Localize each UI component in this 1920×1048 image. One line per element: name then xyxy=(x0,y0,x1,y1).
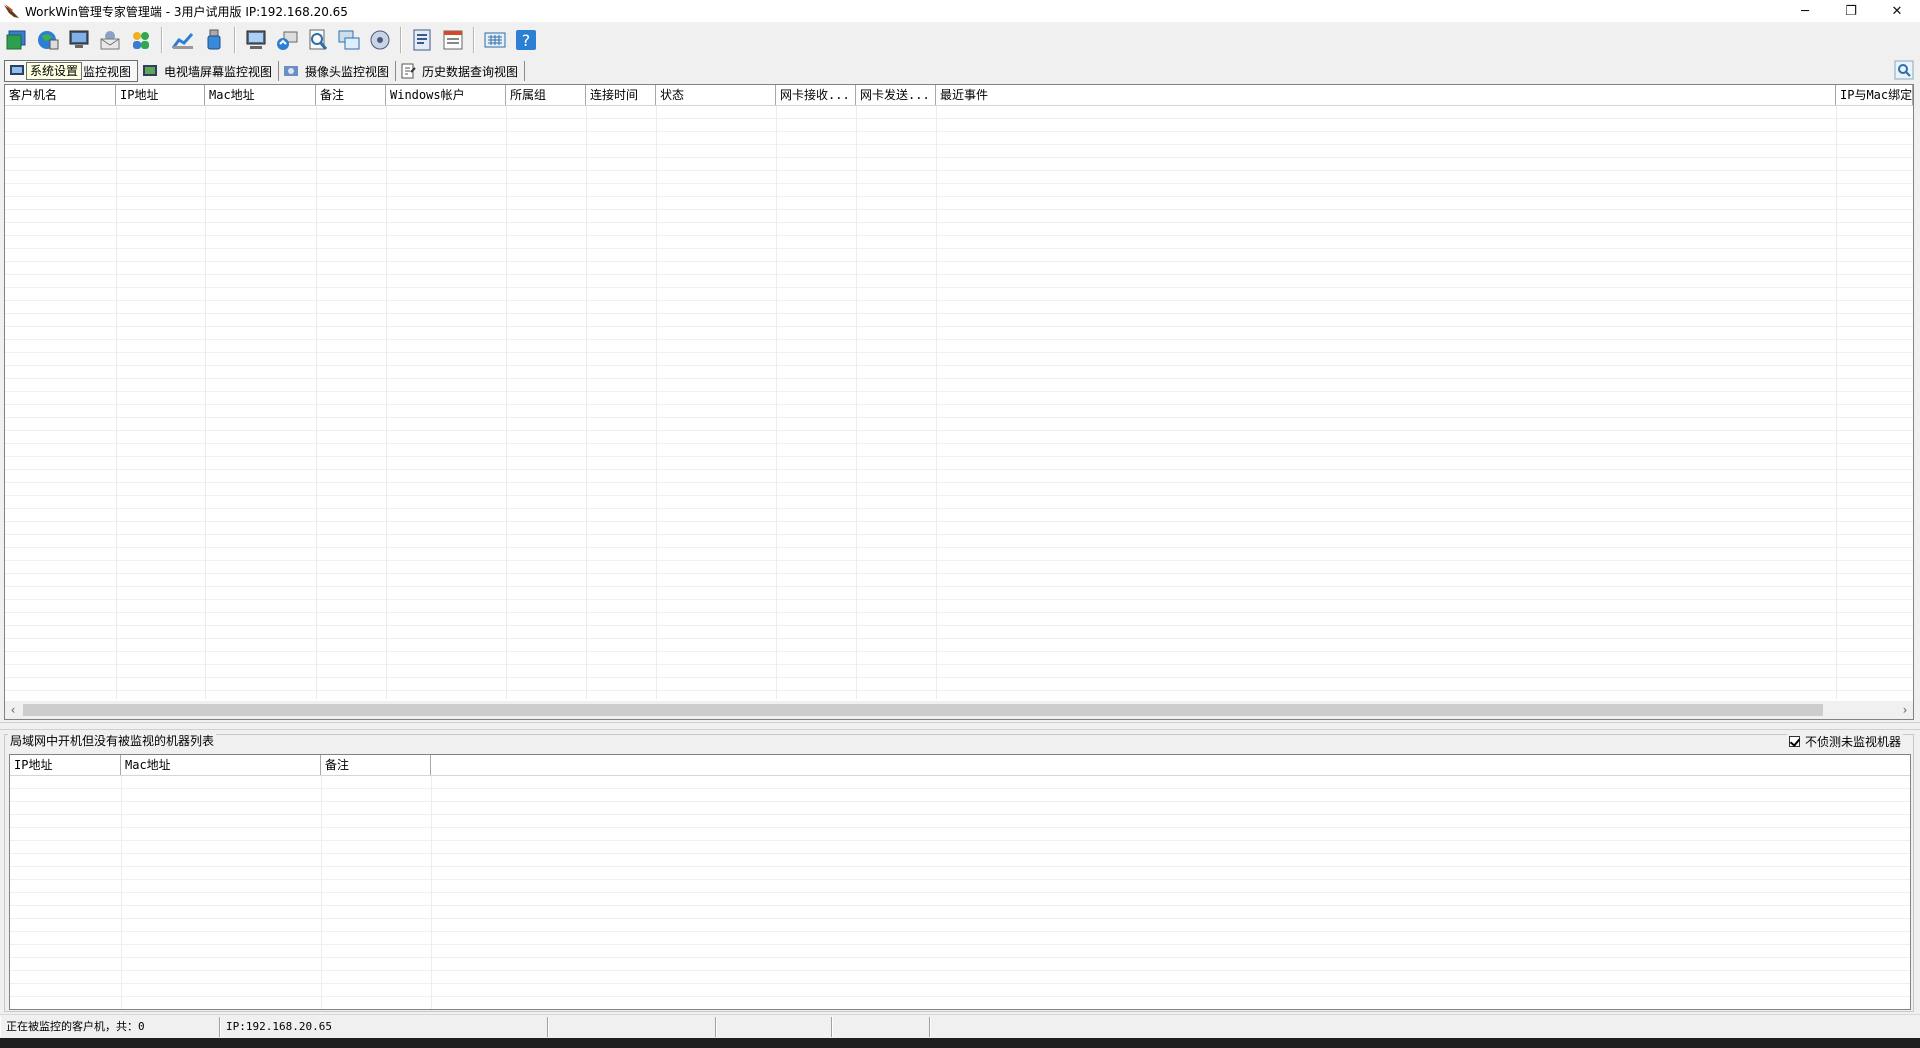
grid-header: 客户机名 IP地址 Mac地址 备注 Windows帐户 所属组 连接时间 状态… xyxy=(5,85,1913,106)
close-button[interactable]: ✕ xyxy=(1874,0,1920,22)
unmonitored-machines-grid[interactable]: IP地址 Mac地址 备注 xyxy=(9,754,1911,1010)
scrollbar-thumb[interactable] xyxy=(23,704,1823,716)
column-header-nic-send[interactable]: 网卡发送... xyxy=(856,85,936,105)
tooltip-system-settings: 系统设置 xyxy=(26,62,83,80)
report-icon[interactable] xyxy=(408,25,436,55)
panel-splitter[interactable] xyxy=(0,722,1920,730)
grid-column-line xyxy=(205,106,206,699)
chart-icon[interactable] xyxy=(169,25,197,55)
os-taskbar xyxy=(0,1038,1920,1048)
status-bar: 正在被监控的客户机，共：0 IP:192.168.20.65 xyxy=(0,1014,1920,1039)
grid-column-line xyxy=(431,776,432,1009)
help-icon[interactable]: ? xyxy=(512,25,540,55)
grid-column-line xyxy=(506,106,507,699)
column-header-ip[interactable]: IP地址 xyxy=(116,85,205,105)
column-header-status[interactable]: 状态 xyxy=(656,85,776,105)
svg-text:?: ? xyxy=(522,31,531,50)
scroll-right-icon[interactable]: › xyxy=(1897,701,1913,719)
users-icon[interactable] xyxy=(127,25,155,55)
remote-screen-icon[interactable] xyxy=(65,25,93,55)
network-globe-icon[interactable] xyxy=(34,25,62,55)
no-detect-unmonitored-checkbox[interactable]: 不侦测未监视机器 xyxy=(1786,733,1903,750)
grid-body xyxy=(10,776,1910,1009)
grid-body xyxy=(5,106,1913,699)
toolbar: ? xyxy=(0,22,1920,58)
grid-column-line xyxy=(586,106,587,699)
column-header-windows-account[interactable]: Windows帐户 xyxy=(386,85,506,105)
grid-column-line xyxy=(321,776,322,1009)
column-header-remark[interactable]: 备注 xyxy=(316,85,386,105)
restore-button[interactable]: ❐ xyxy=(1828,0,1874,22)
status-pane xyxy=(832,1017,930,1037)
grid-column-line xyxy=(116,106,117,699)
column-header-ip[interactable]: IP地址 xyxy=(10,755,121,775)
toolbar-separator xyxy=(400,27,401,53)
tab-label: 历史数据查询视图 xyxy=(422,64,519,79)
grid-column-line xyxy=(1836,106,1837,699)
column-header-ip-mac-binding[interactable]: IP与Mac绑定 xyxy=(1836,85,1913,105)
status-pane xyxy=(716,1017,832,1037)
monitor-icon[interactable] xyxy=(242,25,270,55)
status-pane xyxy=(930,1017,1910,1037)
toolbar-separator xyxy=(161,27,162,53)
tv-wall-icon xyxy=(142,63,158,79)
grid-column-line xyxy=(316,106,317,699)
app-logo-icon xyxy=(3,2,21,20)
tab-history-view[interactable]: 历史数据查询视图 xyxy=(396,61,526,81)
tab-label: 电视墙屏幕监控视图 xyxy=(164,64,273,79)
history-icon xyxy=(400,63,416,79)
grid-header: IP地址 Mac地址 备注 xyxy=(10,755,1910,776)
broadcast-icon[interactable] xyxy=(273,25,301,55)
grid-column-line xyxy=(386,106,387,699)
view-tabs: 监控视图 电视墙屏幕监控视图 摄像头监控视图 历史数据查询视图 xyxy=(0,60,1920,82)
usb-icon[interactable] xyxy=(200,25,228,55)
title-bar: WorkWin管理专家管理端 - 3用户试用版 IP:192.168.20.65… xyxy=(0,0,1920,22)
grid-column-line xyxy=(656,106,657,699)
grid-column-line xyxy=(121,776,122,1009)
search-file-icon[interactable] xyxy=(304,25,332,55)
console-icon[interactable] xyxy=(3,25,31,55)
grid-column-line xyxy=(776,106,777,699)
tab-camera-view[interactable]: 摄像头监控视图 xyxy=(279,61,397,81)
search-icon[interactable] xyxy=(1894,60,1914,80)
grid-column-line xyxy=(856,106,857,699)
tab-tv-wall-view[interactable]: 电视墙屏幕监控视图 xyxy=(138,61,280,81)
grid-column-line xyxy=(936,106,937,699)
column-header-remark[interactable]: 备注 xyxy=(321,755,431,775)
tab-label: 监控视图 xyxy=(83,64,132,79)
column-header-mac[interactable]: Mac地址 xyxy=(205,85,316,105)
windows-icon[interactable] xyxy=(335,25,363,55)
column-header-recent-event[interactable]: 最近事件 xyxy=(936,85,1836,105)
toolbar-separator xyxy=(473,27,474,53)
status-client-count: 正在被监控的客户机，共：0 xyxy=(0,1017,220,1037)
checkbox-label: 不侦测未监视机器 xyxy=(1804,735,1901,749)
settings-list-icon[interactable] xyxy=(439,25,467,55)
minimize-button[interactable]: ─ xyxy=(1782,0,1828,22)
scroll-left-icon[interactable]: ‹ xyxy=(5,701,21,719)
status-ip: IP:192.168.20.65 xyxy=(220,1017,548,1037)
screen-monitor-icon xyxy=(9,63,25,79)
client-list-grid[interactable]: 客户机名 IP地址 Mac地址 备注 Windows帐户 所属组 连接时间 状态… xyxy=(4,84,1914,720)
column-header-connect-time[interactable]: 连接时间 xyxy=(586,85,656,105)
mail-icon[interactable] xyxy=(96,25,124,55)
tab-label: 摄像头监控视图 xyxy=(305,64,390,79)
checkbox-checked-icon[interactable] xyxy=(1788,736,1800,747)
camera-icon xyxy=(283,63,299,79)
toolbar-separator xyxy=(234,27,235,53)
column-header-mac[interactable]: Mac地址 xyxy=(121,755,321,775)
keyboard-icon[interactable] xyxy=(481,25,509,55)
column-header-client-name[interactable]: 客户机名 xyxy=(5,85,116,105)
status-pane xyxy=(548,1017,716,1037)
window-title: WorkWin管理专家管理端 - 3用户试用版 IP:192.168.20.65 xyxy=(25,4,348,19)
horizontal-scrollbar[interactable]: ‹ › xyxy=(5,701,1913,719)
disk-icon[interactable] xyxy=(366,25,394,55)
unmonitored-group-title: 局域网中开机但没有被监视的机器列表 xyxy=(8,733,217,749)
column-header-group[interactable]: 所属组 xyxy=(506,85,586,105)
column-header-nic-receive[interactable]: 网卡接收... xyxy=(776,85,856,105)
